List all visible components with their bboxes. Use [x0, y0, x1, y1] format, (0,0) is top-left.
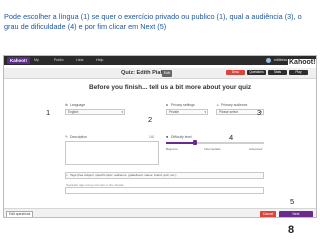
- pencil-icon: ✎: [65, 135, 68, 139]
- nav-lists[interactable]: Lists: [76, 56, 83, 65]
- difficulty-icon: ■: [166, 135, 169, 139]
- nav-public[interactable]: Public: [54, 56, 64, 65]
- kahoot-screenshot: Kahoot! My Public Lists Help editbear.co…: [3, 55, 317, 218]
- difficulty-slider-handle[interactable]: [193, 140, 198, 145]
- page-number: 8: [288, 224, 295, 236]
- tag-icon: ⌂: [66, 173, 69, 177]
- privacy-value: Private: [169, 110, 179, 114]
- nav-my[interactable]: My: [34, 56, 39, 65]
- description-char-count: 140: [149, 135, 155, 139]
- privacy-select[interactable]: Private ▾: [166, 109, 208, 115]
- globe-icon: ⊕: [65, 103, 68, 107]
- tags-input[interactable]: [65, 187, 264, 194]
- difficulty-label: Difficulty level: [171, 135, 192, 139]
- kahoot-brand-logo: Kahoot!: [288, 59, 316, 66]
- edit-title-button[interactable]: Edit: [162, 70, 173, 77]
- chevron-down-icon: ▾: [204, 110, 206, 114]
- kahoot-logo-button[interactable]: Kahoot!: [7, 57, 30, 64]
- edit-questions-button[interactable]: Edit questions: [6, 211, 34, 217]
- top-navigation-bar: Kahoot! My Public Lists Help editbear.co…: [4, 56, 316, 65]
- slide-caption: Pode escolher a língua (1) se quer o exe…: [4, 12, 302, 32]
- language-value: English: [68, 110, 79, 114]
- difficulty-slider-fill: [166, 142, 196, 144]
- tab-questions[interactable]: Questions: [247, 70, 266, 75]
- description-textarea[interactable]: [65, 141, 159, 165]
- audience-value: Please select: [219, 110, 238, 114]
- quiz-title: Quiz: Edith Piaf: [121, 70, 163, 76]
- tab-play[interactable]: Play: [289, 70, 308, 75]
- description-label: Description: [70, 135, 87, 139]
- marker-1: 1: [46, 108, 51, 117]
- next-button[interactable]: Next: [279, 211, 313, 217]
- marker-2: 2: [148, 115, 153, 124]
- cancel-button[interactable]: Cancel: [260, 211, 276, 217]
- privacy-label: Privacy settings: [171, 103, 195, 107]
- tags-label: Tags (free subject, specific topic, audi…: [70, 173, 177, 177]
- audience-label: Primary audience: [221, 103, 248, 107]
- audience-icon: ☺: [216, 103, 220, 107]
- language-select[interactable]: English ▾: [65, 109, 125, 115]
- bottom-bar: Edit questions Cancel Next: [4, 208, 316, 217]
- lock-icon: ◘: [166, 103, 169, 107]
- difficulty-intermediate: Intermediate: [204, 147, 221, 151]
- tab-desc[interactable]: Desc: [226, 70, 245, 75]
- marker-3: 3: [257, 108, 262, 117]
- difficulty-slider[interactable]: [166, 140, 264, 145]
- quiz-title-bar: Quiz: Edith Piaf Edit Desc Questions Sta…: [4, 68, 316, 79]
- avatar[interactable]: [266, 58, 271, 63]
- language-label: Language: [70, 103, 86, 107]
- tab-stats[interactable]: Stats: [268, 70, 287, 75]
- chevron-down-icon: ▾: [121, 110, 123, 114]
- nav-help[interactable]: Help: [96, 56, 103, 65]
- page-heading: Before you finish... tell us a bit more …: [89, 84, 252, 91]
- difficulty-beginner: Beginner: [166, 147, 179, 151]
- difficulty-advanced: Advanced: [249, 147, 263, 151]
- marker-5: 5: [290, 197, 295, 206]
- marker-4: 4: [229, 133, 234, 142]
